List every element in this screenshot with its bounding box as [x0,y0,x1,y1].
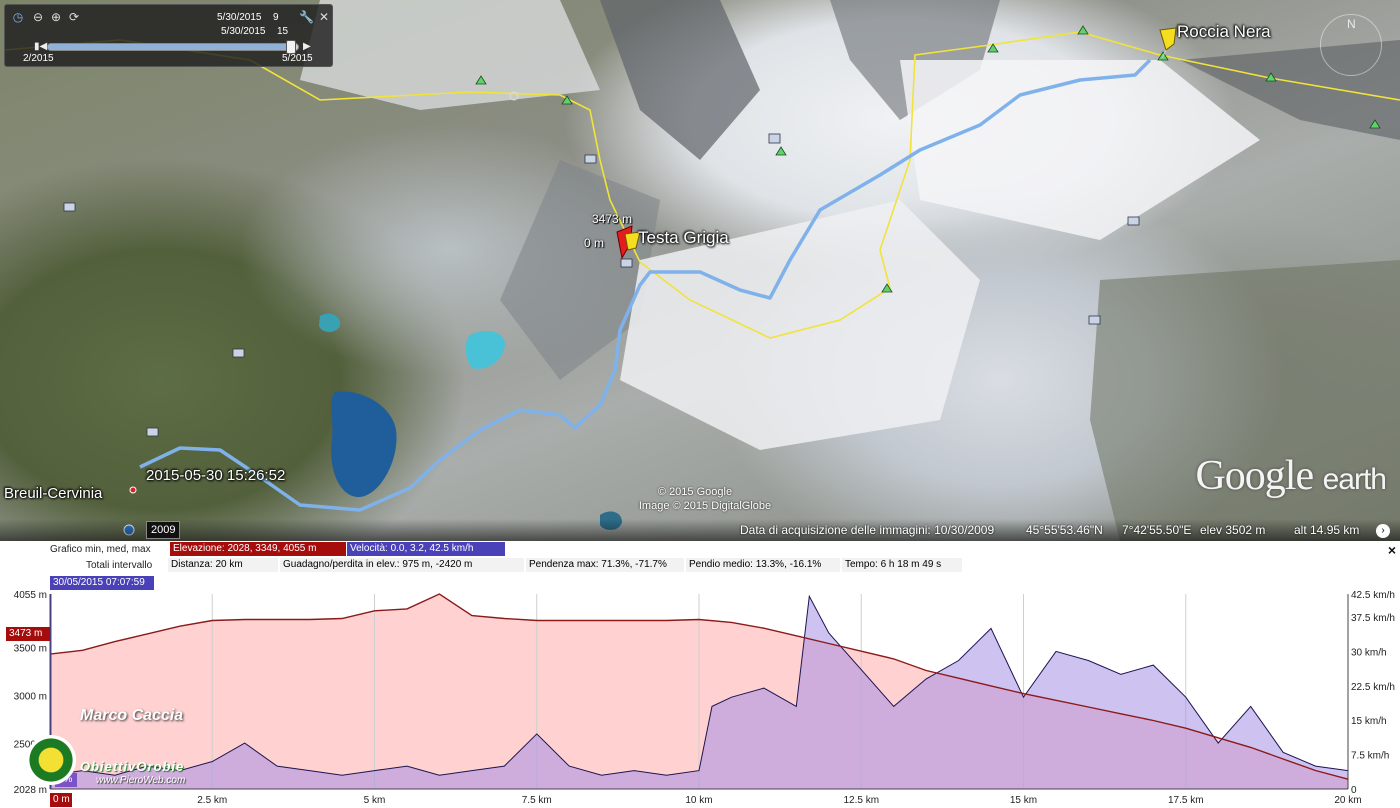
speed-stat[interactable]: Velocità: 0.0, 3.2, 42.5 km/h [347,542,505,556]
marker-elevation-zero: 0 m [584,236,605,250]
google-earth-logo: Google earth [1195,452,1387,500]
y-right-tick-label: 22.5 km/h [1351,682,1395,693]
copyright-google: © 2015 Google [657,486,733,498]
x-tick-label: 7.5 km [522,795,552,806]
y-right-tick-label: 42.5 km/h [1351,590,1395,601]
profile-close-button[interactable]: × [1388,542,1396,558]
status-toggle-icon[interactable]: › [1376,524,1390,538]
wrench-icon[interactable]: 🔧 [299,10,314,24]
time-slider-fill [48,44,291,50]
obiettivorobie-logo [26,735,76,785]
terrain-layer [4,0,1400,541]
status-altitude: alt 14.95 km [1294,523,1360,537]
status-latitude: 45°55'53.46"N [1026,523,1103,537]
imagery-year-badge[interactable]: 2009 [146,521,181,539]
north-icon: N [1347,17,1356,31]
range-end-label: 5/2015 [282,53,313,64]
credit-author: Marco Caccia [80,707,184,724]
time-slider-thumb[interactable] [285,40,296,54]
x-tick-label: 12.5 km [843,795,879,806]
credit-site: ObiettivOrobie [80,759,185,774]
range-start-label: 2/2015 [23,53,54,64]
clock-icon[interactable]: ◷ [11,10,25,24]
y-right-tick-label: 0 [1351,785,1357,796]
logo-earth: earth [1322,463,1387,496]
y-left-tick-label: 2028 m [14,785,47,796]
copyright-imagery: Image © 2015 DigitalGlobe [638,500,772,512]
profile-header: Grafico min, med, max Elevazione: 2028, … [0,541,1400,591]
time-slider-track[interactable] [47,40,299,54]
y-right-tick-label: 30 km/h [1351,647,1387,658]
x-tick-label: 17.5 km [1168,795,1204,806]
track-timestamp: 2015-05-30 15:26:52 [146,467,286,484]
credit-url: www.PieroWeb.com [96,775,186,786]
time-end-hour: 15 [277,26,289,37]
step-back-icon[interactable]: ▮◀ [34,41,47,52]
cursor-time-label: 30/05/2015 07:07:59 [50,576,154,590]
lake-goillet [331,391,397,498]
status-elevation: elev 3502 m [1200,523,1266,537]
zoom-out-icon[interactable]: ⊖ [31,10,45,24]
elevation-stat[interactable]: Elevazione: 2028, 3349, 4055 m [170,542,346,556]
distance-stat: Distanza: 20 km [168,558,278,572]
cursor-elevation-marker: 3473 m [6,627,50,641]
totali-label: Totali intervallo [86,560,153,571]
time-slider-panel[interactable]: ◷ ⊖ ⊕ ⟳ 🔧 ✕ 5/30/2015 9 5/30/2015 15 ▮◀ … [4,4,333,67]
status-acquisition-date: Data di acquisizione delle immagini: 10/… [740,523,995,537]
y-right-tick-label: 15 km/h [1351,716,1387,727]
close-icon[interactable]: ✕ [317,10,331,24]
y-right-tick-label: 7.5 km/h [1351,751,1389,762]
place-breuil-cervinia[interactable]: Breuil-Cervinia [4,485,102,502]
breuil-marker[interactable] [129,486,137,494]
refresh-icon[interactable]: ⟳ [67,10,81,24]
y-left-tick-label: 3000 m [14,691,47,702]
max-slope-stat: Pendenza max: 71.3%, -71.7% [526,558,684,572]
status-bar: Data di acquisizione delle immagini: 10/… [0,519,1400,541]
time-stat: Tempo: 6 h 18 m 49 s [842,558,962,572]
status-longitude: 7°42'55.50"E [1122,523,1192,537]
grafico-label: Grafico min, med, max [50,544,151,555]
logo-google: Google [1195,453,1314,499]
satellite-map[interactable]: ◷ ⊖ ⊕ ⟳ 🔧 ✕ 5/30/2015 9 5/30/2015 15 ▮◀ … [0,0,1400,541]
step-forward-icon[interactable]: ▶ [303,41,311,52]
zoom-in-icon[interactable]: ⊕ [49,10,63,24]
elevation-profile-panel[interactable]: 0 m 2.5 km 5 km 7.5 km 10 km 12.5 km 15 km 17.5… [0,541,1400,808]
y-left-tick-label: 3500 m [14,643,47,654]
x-tick-label: 5 km [364,795,386,806]
compass-control[interactable]: N [1320,14,1382,76]
avg-slope-stat: Pendio medio: 13.3%, -16.1% [686,558,840,572]
x-tick-label: 20 km [1334,795,1361,806]
time-end-label: 5/30/2015 [221,26,266,37]
place-testa-grigia[interactable]: Testa Grigia [638,228,729,248]
cursor-distance-marker: 0 m [50,793,72,807]
time-start-label: 5/30/2015 [217,12,262,23]
marker-elevation-top: 3473 m [592,212,633,226]
y-right-tick-label: 37.5 km/h [1351,613,1395,624]
x-tick-label: 15 km [1010,795,1037,806]
x-tick-label: 10 km [685,795,712,806]
place-roccia-nera[interactable]: Roccia Nera [1177,22,1271,42]
y-left-tick-label: 4055 m [14,590,47,601]
gain-loss-stat: Guadagno/perdita in elev.: 975 m, -2420 … [280,558,524,572]
time-start-hour: 9 [273,12,279,23]
x-tick-label: 2.5 km [197,795,227,806]
